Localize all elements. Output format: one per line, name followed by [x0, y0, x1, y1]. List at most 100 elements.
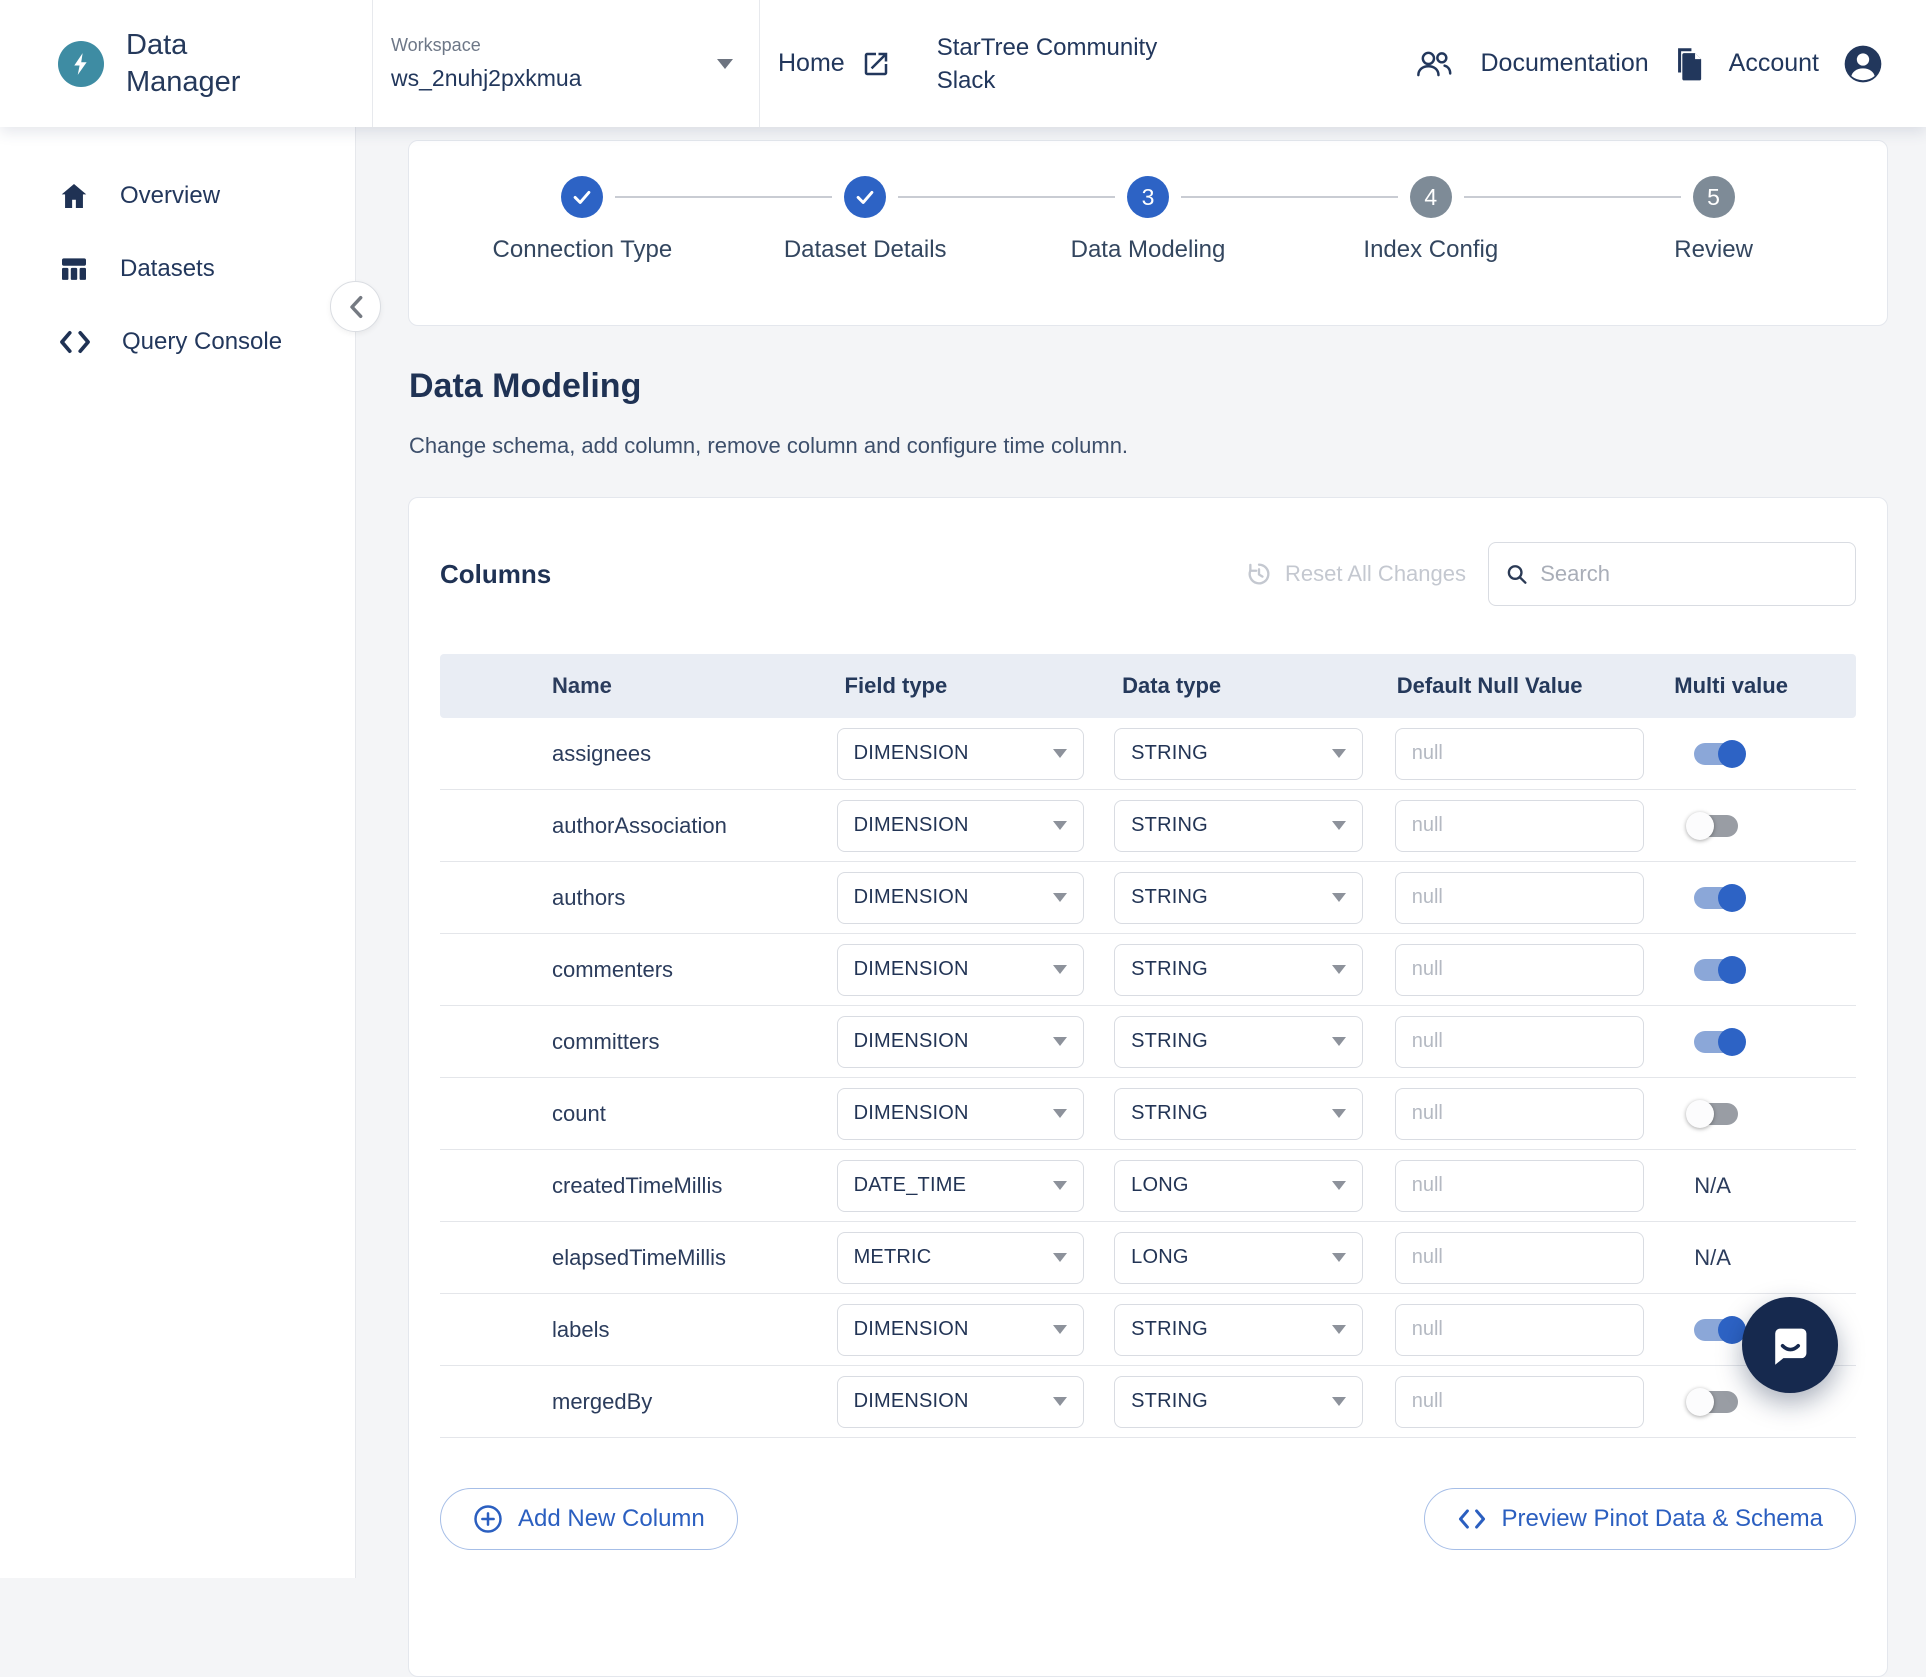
- step-circle: 2: [844, 176, 886, 218]
- check-icon: [571, 186, 593, 208]
- chevron-down-icon: [1053, 1037, 1067, 1046]
- default-null-value-input[interactable]: [1395, 872, 1644, 924]
- field-type-select[interactable]: DIMENSION: [837, 1016, 1084, 1068]
- field-type-select[interactable]: DIMENSION: [837, 1376, 1084, 1428]
- stepper-step-index-config[interactable]: 4 Index Config: [1289, 141, 1572, 325]
- check-icon: [854, 186, 876, 208]
- step-circle: 1: [561, 176, 603, 218]
- field-type-select[interactable]: DIMENSION: [837, 800, 1084, 852]
- sidebar-item-label: Datasets: [120, 255, 215, 283]
- chevron-down-icon: [1332, 1037, 1346, 1046]
- data-type-select[interactable]: STRING: [1114, 1304, 1363, 1356]
- default-null-value-input[interactable]: [1395, 1160, 1644, 1212]
- multi-value-toggle[interactable]: [1684, 881, 1748, 915]
- main-content: 1 Connection Type 2 Dataset Details 3 Da…: [357, 127, 1926, 1578]
- column-name: elapsedTimeMillis: [440, 1245, 837, 1271]
- multi-value-na: N/A: [1660, 1173, 1731, 1199]
- stepper-step-review[interactable]: 5 Review: [1572, 141, 1855, 325]
- account-link[interactable]: Account: [1729, 49, 1819, 78]
- multi-value-toggle[interactable]: [1684, 809, 1748, 843]
- step-label: Review: [1572, 236, 1855, 264]
- chat-bubble-icon: [1767, 1322, 1813, 1368]
- default-null-value-input[interactable]: [1395, 1376, 1644, 1428]
- default-null-value-input[interactable]: [1395, 1088, 1644, 1140]
- sidebar-item-label: Overview: [120, 182, 220, 210]
- workspace-selector[interactable]: Workspace ws_2nuhj2pxkmua: [373, 0, 759, 127]
- column-name: count: [440, 1101, 837, 1127]
- sidebar-collapse-button[interactable]: [330, 281, 381, 332]
- default-null-value-input[interactable]: [1395, 728, 1644, 780]
- chevron-down-icon: [1332, 821, 1346, 830]
- chevron-down-icon: [1053, 821, 1067, 830]
- field-type-select[interactable]: METRIC: [837, 1232, 1084, 1284]
- data-type-select[interactable]: LONG: [1114, 1232, 1363, 1284]
- multi-value-toggle[interactable]: [1684, 1385, 1748, 1419]
- data-type-select[interactable]: STRING: [1114, 1088, 1363, 1140]
- field-type-select[interactable]: DIMENSION: [837, 728, 1084, 780]
- field-type-select[interactable]: DIMENSION: [837, 1304, 1084, 1356]
- field-type-select[interactable]: DIMENSION: [837, 1088, 1084, 1140]
- columns-panel: Columns Reset All Changes Name Field typ…: [408, 497, 1888, 1677]
- default-null-value-input[interactable]: [1395, 1232, 1644, 1284]
- multi-value-na: N/A: [1660, 1245, 1731, 1271]
- default-null-value-input[interactable]: [1395, 944, 1644, 996]
- chevron-down-icon: [1332, 749, 1346, 758]
- search-input[interactable]: [1540, 561, 1839, 587]
- default-null-value-input[interactable]: [1395, 1304, 1644, 1356]
- chevron-down-icon: [1332, 1109, 1346, 1118]
- home-icon: [58, 180, 90, 212]
- field-type-select[interactable]: DIMENSION: [837, 872, 1084, 924]
- stepper-step-dataset-details[interactable]: 2 Dataset Details: [724, 141, 1007, 325]
- multi-value-toggle[interactable]: [1684, 953, 1748, 987]
- table-row: createdTimeMillis DATE_TIME LONG N/A: [440, 1150, 1856, 1222]
- account-avatar-icon[interactable]: [1843, 44, 1883, 84]
- sidebar-item-overview[interactable]: Overview: [0, 159, 355, 232]
- multi-value-toggle[interactable]: [1684, 1313, 1748, 1347]
- table-row: assignees DIMENSION STRING: [440, 718, 1856, 790]
- preview-pinot-data-schema-button[interactable]: Preview Pinot Data & Schema: [1424, 1488, 1856, 1550]
- header-default-null-value: Default Null Value: [1395, 673, 1661, 699]
- reset-all-changes-button[interactable]: Reset All Changes: [1245, 560, 1466, 588]
- multi-value-toggle[interactable]: [1684, 1097, 1748, 1131]
- home-label: Home: [778, 49, 845, 78]
- columns-panel-title: Columns: [440, 559, 551, 590]
- sidebar-item-label: Query Console: [122, 328, 282, 356]
- multi-value-toggle[interactable]: [1684, 737, 1748, 771]
- data-type-select[interactable]: LONG: [1114, 1160, 1363, 1212]
- column-name: authorAssociation: [440, 813, 837, 839]
- column-name: labels: [440, 1317, 837, 1343]
- home-link[interactable]: Home: [778, 49, 891, 79]
- field-type-select[interactable]: DATE_TIME: [837, 1160, 1084, 1212]
- step-label: Dataset Details: [724, 236, 1007, 264]
- chevron-left-icon: [347, 295, 365, 319]
- data-type-select[interactable]: STRING: [1114, 728, 1363, 780]
- add-new-column-button[interactable]: Add New Column: [440, 1488, 738, 1550]
- documentation-link[interactable]: Documentation: [1481, 49, 1649, 78]
- chat-widget-button[interactable]: [1742, 1297, 1838, 1393]
- chevron-down-icon: [1053, 749, 1067, 758]
- table-row: authors DIMENSION STRING: [440, 862, 1856, 934]
- field-type-select[interactable]: DIMENSION: [837, 944, 1084, 996]
- sidebar-item-datasets[interactable]: Datasets: [0, 232, 355, 305]
- data-type-select[interactable]: STRING: [1114, 872, 1363, 924]
- multi-value-toggle[interactable]: [1684, 1025, 1748, 1059]
- table-row: mergedBy DIMENSION STRING: [440, 1366, 1856, 1438]
- stepper-step-data-modeling[interactable]: 3 Data Modeling: [1007, 141, 1290, 325]
- default-null-value-input[interactable]: [1395, 1016, 1644, 1068]
- stepper: 1 Connection Type 2 Dataset Details 3 Da…: [408, 140, 1888, 326]
- page-title: Data Modeling: [409, 367, 641, 406]
- stepper-step-connection-type[interactable]: 1 Connection Type: [441, 141, 724, 325]
- chevron-down-icon: [1053, 1181, 1067, 1190]
- step-label: Data Modeling: [1007, 236, 1290, 264]
- data-type-select[interactable]: STRING: [1114, 1016, 1363, 1068]
- sidebar-item-query-console[interactable]: Query Console: [0, 305, 355, 378]
- slack-community-link[interactable]: StarTree Community Slack: [937, 31, 1182, 97]
- data-type-select[interactable]: STRING: [1114, 944, 1363, 996]
- chevron-down-icon: [1332, 1181, 1346, 1190]
- search-icon: [1505, 561, 1528, 587]
- data-type-select[interactable]: STRING: [1114, 800, 1363, 852]
- chevron-down-icon: [1332, 1325, 1346, 1334]
- data-type-select[interactable]: STRING: [1114, 1376, 1363, 1428]
- app-logo[interactable]: Data Manager: [58, 27, 372, 101]
- default-null-value-input[interactable]: [1395, 800, 1644, 852]
